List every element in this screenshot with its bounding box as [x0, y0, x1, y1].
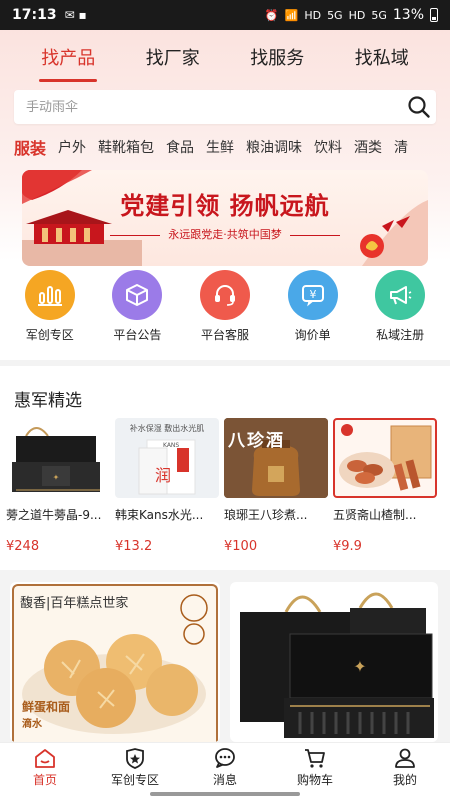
cookie-tag-line2: 滴水 — [22, 719, 42, 730]
battery-icon — [430, 8, 438, 22]
network-5g-1: 5G — [327, 8, 343, 22]
signal-icons: 📶 — [284, 8, 299, 22]
banner-title: 党建引领 扬帆远航 — [120, 192, 330, 220]
cookie-tag: 鲜蛋和面 滴水 — [22, 698, 70, 730]
product-image-brand: KANS — [163, 442, 180, 449]
user-icon — [395, 748, 415, 768]
product-name: 琅琊王八珍煮... — [224, 508, 308, 522]
product-name: 蒡之道牛蒡晶-9... — [6, 508, 102, 522]
category-fresh[interactable]: 生鲜 — [206, 137, 234, 157]
featured-section: 惠军精选 ✦ 蒡之道牛蒡晶-9... ¥248 补水保湿 敷出水光肌 KANS … — [0, 366, 450, 570]
product-name: 韩束Kans水光... — [115, 508, 204, 522]
quick-link-announcement[interactable]: 平台公告 — [97, 270, 177, 348]
quick-link-customer-service[interactable]: 平台客服 — [185, 270, 265, 348]
tab-find-service[interactable]: 找服务 — [232, 38, 322, 84]
home-indicator[interactable] — [150, 792, 300, 796]
quick-link-label: 询价单 — [294, 328, 331, 342]
banner-subtitle: 永远跟党走·共筑中国梦 — [22, 226, 428, 242]
product-list: ✦ 蒡之道牛蒡晶-9... ¥248 补水保湿 敷出水光肌 KANS 润 韩束K… — [6, 418, 446, 554]
nav-home[interactable]: 首页 — [0, 743, 90, 800]
network-hd-2: HD — [348, 8, 366, 22]
headset-icon — [199, 270, 250, 320]
product-price: ¥100 — [224, 539, 258, 554]
search-input[interactable] — [26, 99, 402, 115]
category-clothing[interactable]: 服装 — [14, 135, 46, 159]
shield-star-icon — [126, 748, 144, 769]
product-image-text: 八珍酒 — [228, 431, 285, 451]
svg-text:✦: ✦ — [53, 473, 60, 482]
promo-banner[interactable]: 党建引领 扬帆远航 永远跟党走·共筑中国梦 — [22, 170, 428, 266]
quick-links: 军创专区 平台公告 平台客服 ¥ 询价单 私域注册 — [0, 270, 450, 348]
nav-label: 首页 — [32, 773, 57, 787]
status-right: ⏰ 📶 HD 5G HD 5G 13% — [265, 7, 438, 23]
product-price: ¥9.9 — [333, 539, 362, 554]
quick-link-label: 平台公告 — [113, 328, 162, 342]
status-time: 17:13 — [12, 7, 57, 23]
giftbox-image: ✦ — [240, 592, 434, 738]
quick-link-label: 军创专区 — [25, 328, 74, 342]
bar-chart-icon — [24, 270, 75, 320]
yen-chat-icon: ¥ — [287, 270, 338, 320]
quick-link-military-zone[interactable]: 军创专区 — [10, 270, 90, 348]
network-5g-2: 5G — [371, 8, 387, 22]
main-tabs: 找产品 找厂家 找服务 找私域 — [0, 38, 450, 84]
quick-link-private-register[interactable]: 私域注册 — [360, 270, 440, 348]
nav-label: 消息 — [212, 773, 237, 787]
category-shoes-bags[interactable]: 鞋靴箱包 — [98, 137, 154, 157]
category-drinks[interactable]: 饮料 — [314, 137, 342, 157]
product-image-text: 补水保湿 敷出水光肌 — [129, 424, 205, 433]
product-price: ¥248 — [6, 539, 40, 554]
category-more[interactable]: 清 — [394, 137, 408, 157]
message-icon — [215, 748, 235, 768]
nav-label: 军创专区 — [110, 773, 159, 787]
battery-percent: 13% — [392, 7, 424, 23]
product-image-char: 润 — [155, 466, 172, 485]
nav-profile[interactable]: 我的 — [360, 743, 450, 800]
product-image: ✦ — [6, 418, 110, 498]
svg-text:¥: ¥ — [309, 288, 316, 301]
tab-find-factory[interactable]: 找厂家 — [128, 38, 218, 84]
notification-icon: ✉ ▪ — [64, 8, 87, 22]
quick-link-label: 平台客服 — [200, 328, 249, 342]
cookie-brand: 馥香|百年糕点世家 — [20, 596, 129, 611]
megaphone-icon — [375, 270, 426, 320]
category-outdoor[interactable]: 户外 — [58, 137, 86, 157]
product-name: 五贤斋山楂制... — [333, 508, 417, 522]
quick-link-inquiry[interactable]: ¥ 询价单 — [273, 270, 353, 348]
product-card[interactable]: 补水保湿 敷出水光肌 KANS 润 韩束Kans水光... ¥13.2 — [115, 418, 219, 554]
tab-find-product[interactable]: 找产品 — [23, 38, 113, 84]
svg-text:✦: ✦ — [353, 657, 366, 676]
category-grain-oil[interactable]: 粮油调味 — [246, 137, 302, 157]
section-title: 惠军精选 — [14, 391, 82, 411]
cube-icon — [112, 270, 163, 320]
quick-link-label: 私域注册 — [376, 328, 425, 342]
network-hd-1: HD — [304, 8, 322, 22]
home-icon — [35, 749, 55, 768]
status-bar: 17:13 ✉ ▪ ⏰ 📶 HD 5G HD 5G 13% — [0, 0, 450, 30]
product-card[interactable]: 五贤斋山楂制... ¥9.9 — [333, 418, 437, 554]
category-food[interactable]: 食品 — [166, 137, 194, 157]
search-icon[interactable] — [402, 90, 436, 124]
product-image: 补水保湿 敷出水光肌 KANS 润 — [115, 418, 219, 498]
product-image: 八珍酒 — [224, 418, 328, 498]
category-row: 服装 户外 鞋靴箱包 食品 生鲜 粮油调味 饮料 酒类 清 — [0, 132, 450, 162]
product-card[interactable]: ✦ 蒡之道牛蒡晶-9... ¥248 — [6, 418, 110, 554]
search-bar — [14, 90, 436, 124]
alarm-icon: ⏰ — [264, 8, 279, 22]
feature-card-cookies[interactable]: 馥香|百年糕点世家 鲜蛋和面 滴水 — [10, 582, 220, 742]
feature-card-giftbox[interactable]: ✦ — [230, 582, 438, 742]
nav-label: 我的 — [392, 773, 417, 787]
category-liquor[interactable]: 酒类 — [354, 137, 382, 157]
cart-icon — [305, 749, 325, 768]
nav-label: 购物车 — [296, 773, 333, 787]
tab-find-private[interactable]: 找私域 — [337, 38, 427, 84]
cookie-tag-line1: 鲜蛋和面 — [22, 700, 71, 714]
product-price: ¥13.2 — [115, 539, 153, 554]
product-image — [333, 418, 437, 498]
product-card[interactable]: 八珍酒 琅琊王八珍煮... ¥100 — [224, 418, 328, 554]
